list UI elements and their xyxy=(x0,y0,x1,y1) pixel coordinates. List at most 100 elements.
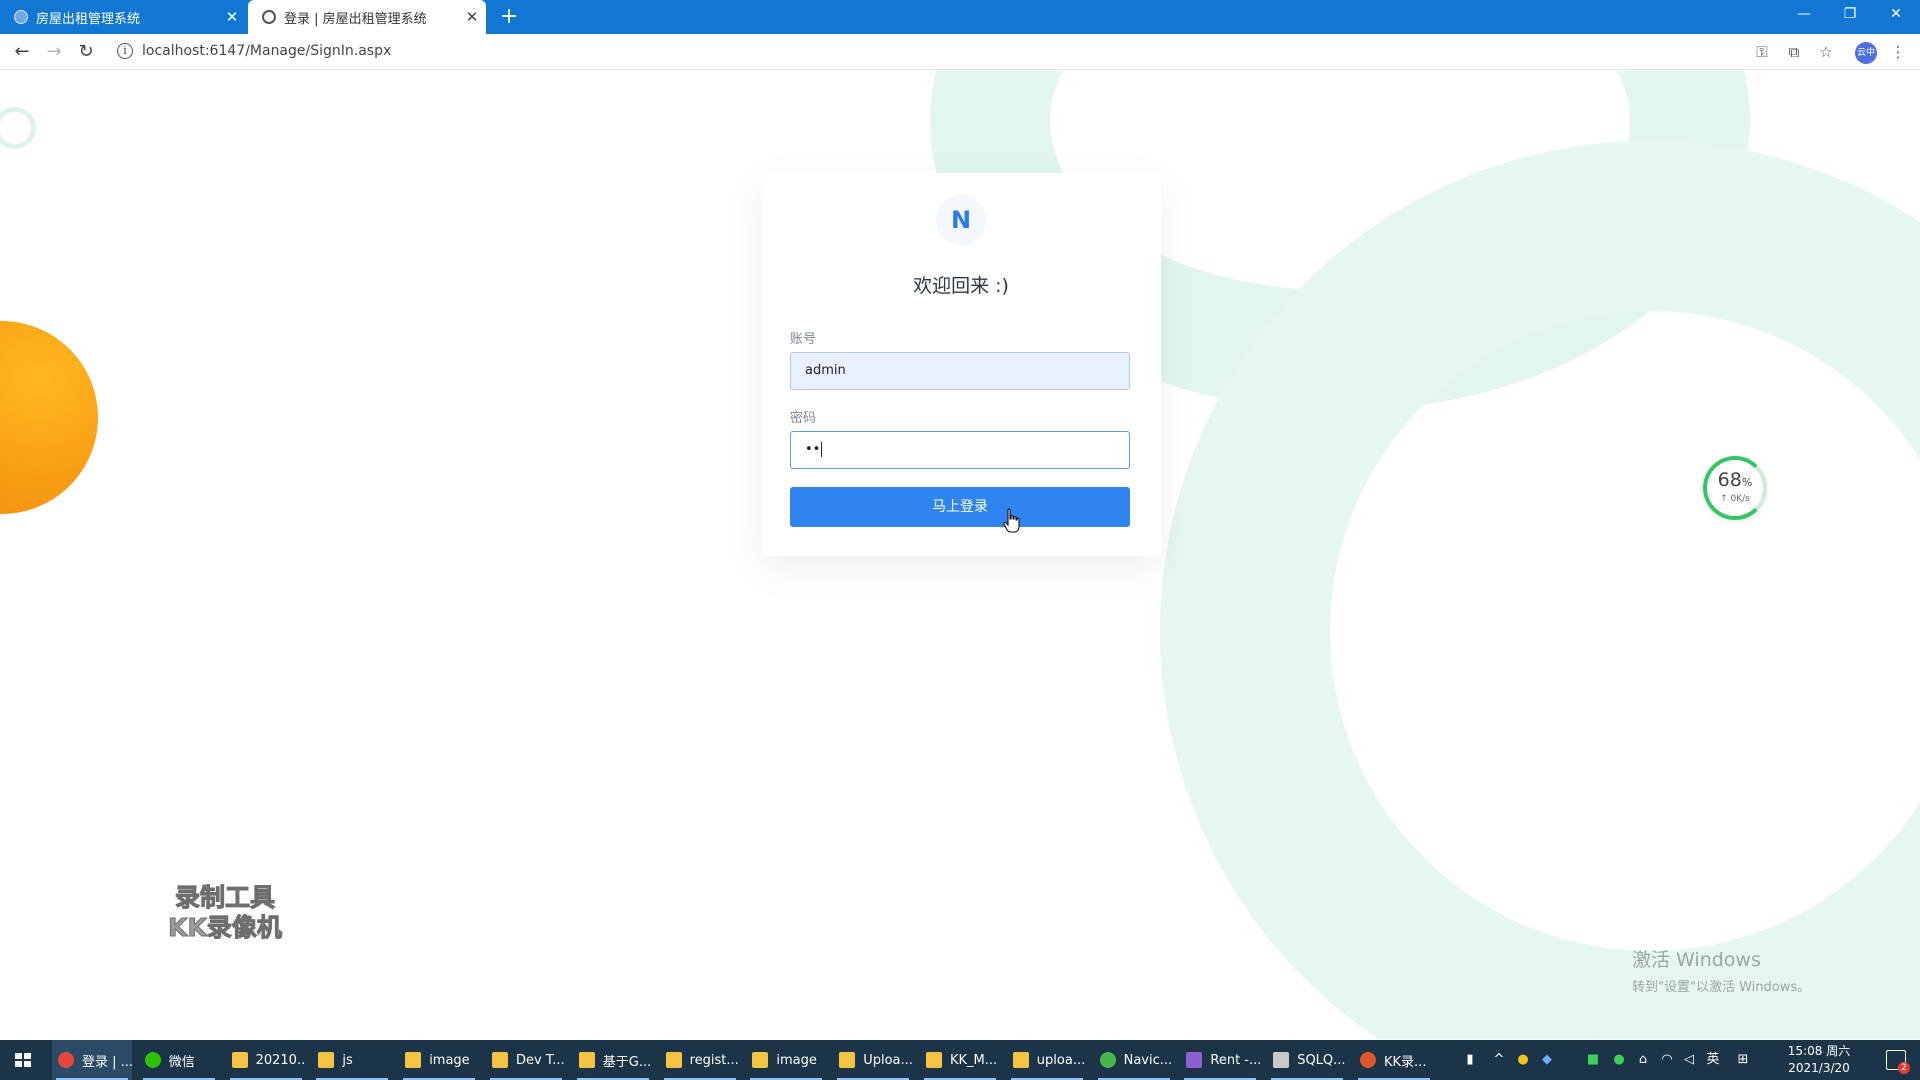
close-window-icon[interactable]: ✕ xyxy=(1874,0,1918,30)
taskbar-app-label: Dev T... xyxy=(516,1052,565,1068)
account-label: 账号 xyxy=(790,332,817,347)
tab-login[interactable]: 登录 | 房屋出租管理系统 ✕ xyxy=(248,0,486,34)
tray-app-icon[interactable]: ● xyxy=(1514,1040,1532,1080)
wifi-icon[interactable]: ◠ xyxy=(1658,1040,1676,1080)
login-page: N 欢迎回来 :) 账号 admin 密码 •• 马上登录 68% ↑ 0K/s… xyxy=(0,71,1920,1039)
ime-indicator[interactable]: 英 xyxy=(1702,1040,1724,1080)
taskbar-app-label: 微信 xyxy=(168,1054,195,1070)
tab-close-icon[interactable]: ✕ xyxy=(218,8,246,26)
clock-date: 2021/3/20 xyxy=(1788,1061,1850,1075)
decorative-orange-circle xyxy=(0,321,98,514)
taskbar-app[interactable]: KK_M... xyxy=(920,1040,1000,1080)
tab-title: 登录 | 房屋出租管理系统 xyxy=(284,11,427,27)
tab-house-rental[interactable]: 房屋出租管理系统 ✕ xyxy=(0,0,246,34)
navicat-icon xyxy=(1099,1052,1116,1068)
taskbar-app[interactable]: image xyxy=(399,1040,479,1080)
folder-icon xyxy=(318,1052,335,1068)
taskbar-app-label: KK录... xyxy=(1384,1054,1427,1070)
login-button[interactable]: 马上登录 xyxy=(790,487,1130,527)
system-clock[interactable]: 15:08 周六 2021/3/20 xyxy=(1776,1043,1862,1077)
taskbar-app[interactable]: Navic... xyxy=(1094,1040,1174,1080)
tray-app-icon[interactable]: ■ xyxy=(1584,1040,1602,1080)
taskbar-app-label: Navic... xyxy=(1123,1052,1173,1068)
tab-close-icon[interactable]: ✕ xyxy=(458,8,486,26)
taskbar: 登录 | ... 微信 20210... js image Dev T... 基于G... r… xyxy=(0,1040,1920,1080)
taskbar-app-label: image xyxy=(429,1052,470,1068)
taskbar-app-label: image xyxy=(776,1052,817,1068)
taskbar-app[interactable]: KK录... xyxy=(1354,1040,1434,1080)
folder-icon xyxy=(492,1052,508,1068)
taskbar-app[interactable]: 20210... xyxy=(226,1040,306,1080)
globe-icon xyxy=(262,10,276,24)
volume-muted-icon[interactable]: ◁ xyxy=(1680,1040,1698,1080)
notification-badge: 2 xyxy=(1898,1062,1910,1074)
taskbar-app[interactable]: 登录 | ... xyxy=(52,1040,132,1080)
password-value: •• xyxy=(805,442,821,457)
info-icon[interactable]: i xyxy=(117,43,133,59)
new-tab-button[interactable]: + xyxy=(496,3,522,31)
speed-rate: ↑ 0K/s xyxy=(1720,494,1750,504)
star-icon[interactable]: ☆ xyxy=(1813,39,1839,65)
wechat-tray-icon[interactable]: ● xyxy=(1610,1040,1628,1080)
url-field[interactable]: localhost:6147/Manage/SignIn.aspx xyxy=(142,43,391,59)
taskbar-app[interactable]: js xyxy=(312,1040,392,1080)
profile-avatar[interactable]: 云中 xyxy=(1855,42,1877,64)
folder-icon xyxy=(231,1052,248,1068)
tray-app-icon[interactable]: ◆ xyxy=(1538,1040,1556,1080)
keyboard-icon[interactable]: ⊞ xyxy=(1732,1040,1754,1080)
taskbar-app[interactable]: image xyxy=(746,1040,826,1080)
taskbar-app-label: SQLQ... xyxy=(1297,1052,1346,1068)
kebab-menu-icon[interactable]: ⋮ xyxy=(1885,39,1911,65)
taskbar-app[interactable]: uploa... xyxy=(1007,1040,1087,1080)
clock-time: 15:08 周六 xyxy=(1787,1044,1851,1058)
wechat-icon xyxy=(144,1052,161,1068)
folder-icon xyxy=(578,1052,595,1068)
chrome-icon xyxy=(58,1052,74,1068)
minimize-icon[interactable]: — xyxy=(1782,0,1826,30)
taskbar-app[interactable]: SQLQ... xyxy=(1267,1040,1347,1080)
decorative-ring xyxy=(0,107,36,149)
logo: N xyxy=(936,195,986,245)
folder-icon xyxy=(752,1052,769,1068)
account-value: admin xyxy=(805,363,846,378)
network-icon[interactable]: ⌂ xyxy=(1634,1040,1652,1080)
taskbar-app-label: 基于G... xyxy=(602,1054,652,1070)
reload-icon[interactable]: ↻ xyxy=(73,39,99,65)
browser-tab-bar: 房屋出租管理系统 ✕ 登录 | 房屋出租管理系统 ✕ + — ❐ ✕ xyxy=(0,0,1920,34)
translate-icon[interactable]: ⧉ xyxy=(1781,39,1807,65)
folder-icon xyxy=(405,1052,422,1068)
battery-icon[interactable]: ▮ xyxy=(1460,1040,1480,1080)
speed-percent-value: 68 xyxy=(1717,469,1742,491)
taskbar-app[interactable]: regist... xyxy=(660,1040,740,1080)
password-input[interactable]: •• xyxy=(790,431,1130,469)
taskbar-app[interactable]: Rent -... xyxy=(1180,1040,1260,1080)
chevron-up-icon[interactable]: ^ xyxy=(1490,1040,1508,1080)
taskbar-app-label: KK_M... xyxy=(950,1052,998,1068)
taskbar-app[interactable]: 基于G... xyxy=(573,1040,653,1080)
login-card: N 欢迎回来 :) 账号 admin 密码 •• 马上登录 xyxy=(761,173,1161,556)
taskbar-app-label: Uploa... xyxy=(863,1052,913,1068)
folder-icon xyxy=(839,1052,856,1068)
forward-arrow-icon[interactable]: → xyxy=(41,39,67,65)
tab-title: 房屋出租管理系统 xyxy=(36,11,141,27)
text-caret xyxy=(821,442,823,457)
address-toolbar: ← → ↻ i localhost:6147/Manage/SignIn.asp… xyxy=(0,34,1920,70)
password-label: 密码 xyxy=(790,411,817,426)
visual-studio-icon xyxy=(1186,1052,1203,1068)
start-button[interactable] xyxy=(0,1040,46,1080)
activation-subtitle: 转到"设置"以激活 Windows。 xyxy=(1632,980,1811,995)
restore-icon[interactable]: ❐ xyxy=(1828,0,1872,30)
taskbar-app-label: 20210... xyxy=(255,1052,306,1068)
recorder-watermark: 录制工具 KK录像机 xyxy=(150,883,300,943)
taskbar-app[interactable]: Uploa... xyxy=(833,1040,913,1080)
taskbar-app[interactable]: Dev T... xyxy=(486,1040,566,1080)
back-arrow-icon[interactable]: ← xyxy=(9,39,35,65)
kk-recorder-icon xyxy=(1360,1052,1376,1068)
key-icon[interactable]: ⚿ xyxy=(1749,39,1775,65)
account-input[interactable]: admin xyxy=(790,352,1130,390)
network-speed-widget[interactable]: 68% ↑ 0K/s xyxy=(1703,456,1767,520)
taskbar-app[interactable]: 微信 xyxy=(139,1040,219,1080)
taskbar-app-label: Rent -... xyxy=(1210,1052,1261,1068)
tab-favicon-icon xyxy=(14,10,28,24)
watermark-line: 录制工具 xyxy=(174,883,275,913)
